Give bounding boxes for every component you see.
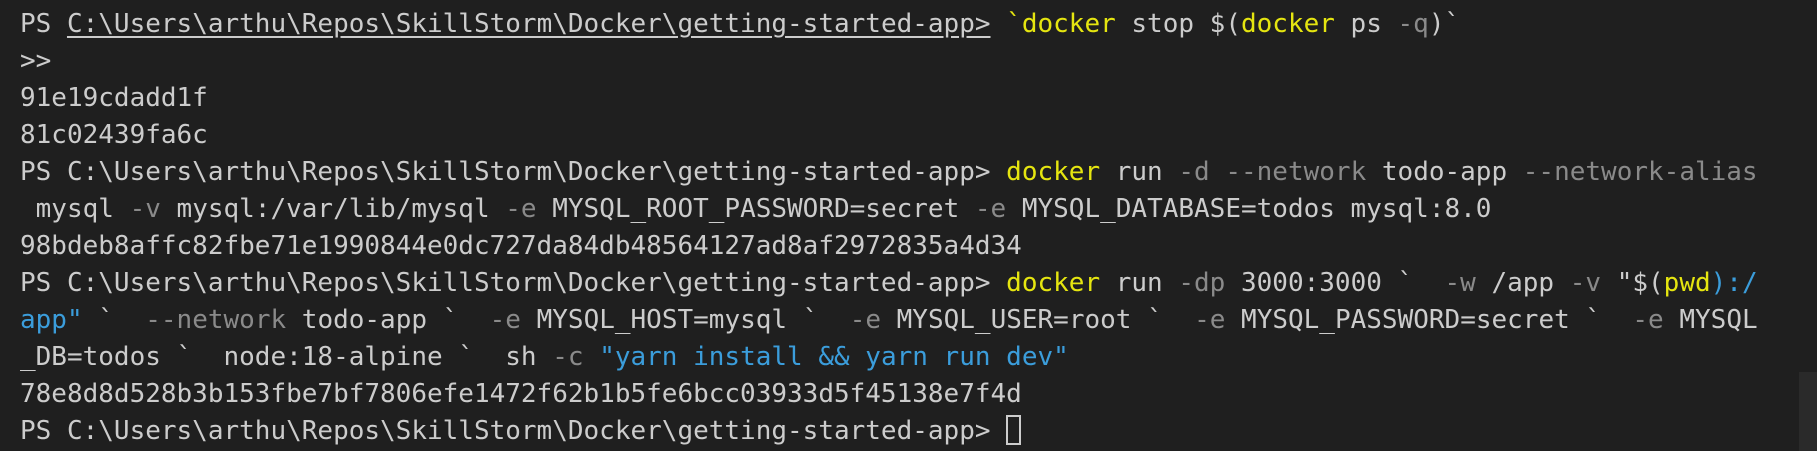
parameter-token: --network: [145, 305, 287, 335]
parameter-token: -d: [1178, 157, 1210, 187]
prompt-line: PS C:\Users\arthu\Repos\SkillStorm\Docke…: [20, 6, 1817, 43]
prompt-line: PS C:\Users\arthu\Repos\SkillStorm\Docke…: [20, 265, 1817, 302]
argument-token: stop $(: [1115, 9, 1241, 39]
argument-token: MYSQL_DATABASE=todos mysql:8.0: [1006, 194, 1492, 224]
argument-token: )`: [1428, 9, 1461, 39]
wrapped-command-line: mysql -v mysql:/var/lib/mysql -e MYSQL_R…: [20, 191, 1817, 228]
command-token: docker: [1021, 9, 1116, 39]
parameter-token: -v: [129, 194, 161, 224]
argument-token: "$(: [1601, 268, 1664, 298]
argument-token: _DB=todos ` node:18-alpine ` sh: [20, 342, 553, 372]
prompt-text: PS C:\Users\arthu\Repos\SkillStorm\Docke…: [20, 268, 1007, 298]
continuation-line: >>: [20, 43, 1817, 80]
container-id: 91e19cdadd1f: [20, 83, 208, 113]
scrollbar[interactable]: [1799, 372, 1817, 451]
argument-token: MYSQL: [1663, 305, 1758, 335]
string-token: ):/: [1710, 268, 1758, 298]
output-line: 78e8d8d528b3b153fbe7bf7806efe1472f62b1b5…: [20, 376, 1817, 413]
parameter-token: -c: [552, 342, 584, 372]
parameter-token: -e: [1194, 305, 1226, 335]
argument-token: [1210, 157, 1226, 187]
string-token: app": [20, 305, 83, 335]
argument-token: MYSQL_USER=root `: [881, 305, 1195, 335]
backtick: `: [990, 9, 1022, 39]
text-cursor[interactable]: [1006, 414, 1022, 445]
argument-token: run: [1100, 268, 1179, 298]
active-prompt-line[interactable]: PS C:\Users\arthu\Repos\SkillStorm\Docke…: [20, 413, 1817, 450]
command-token: pwd: [1663, 268, 1711, 298]
container-id: 81c02439fa6c: [20, 120, 208, 150]
parameter-token: -e: [1632, 305, 1664, 335]
parameter-token: -q: [1397, 9, 1429, 39]
prompt-path-link[interactable]: C:\Users\arthu\Repos\SkillStorm\Docker\g…: [67, 9, 991, 39]
argument-token: todo-app: [1366, 157, 1523, 187]
parameter-token: -e: [505, 194, 537, 224]
prompt-line: PS C:\Users\arthu\Repos\SkillStorm\Docke…: [20, 154, 1817, 191]
argument-token: mysql: [20, 194, 130, 224]
prompt-prefix: PS: [20, 9, 67, 39]
command-token: docker: [1240, 9, 1335, 39]
parameter-token: -e: [489, 305, 521, 335]
argument-token: `: [82, 305, 146, 335]
container-hash: 78e8d8d528b3b153fbe7bf7806efe1472f62b1b5…: [20, 379, 1022, 409]
argument-token: MYSQL_PASSWORD=secret `: [1225, 305, 1633, 335]
argument-token: /app: [1475, 268, 1570, 298]
output-line: 98bdeb8affc82fbe71e1990844e0dc727da84db4…: [20, 228, 1817, 265]
parameter-token: -dp: [1178, 268, 1226, 298]
parameter-token: -e: [974, 194, 1007, 224]
command-token: docker: [1006, 268, 1101, 298]
prompt-text: PS C:\Users\arthu\Repos\SkillStorm\Docke…: [20, 416, 1007, 446]
terminal-output[interactable]: PS C:\Users\arthu\Repos\SkillStorm\Docke…: [0, 0, 1817, 451]
output-line: 91e19cdadd1f: [20, 80, 1817, 117]
argument-token: MYSQL_ROOT_PASSWORD=secret: [536, 194, 975, 224]
parameter-token: --network-alias: [1522, 157, 1758, 187]
prompt-text: PS C:\Users\arthu\Repos\SkillStorm\Docke…: [20, 157, 1007, 187]
argument-token: 3000:3000 `: [1225, 268, 1445, 298]
argument-token: mysql:/var/lib/mysql: [160, 194, 506, 224]
command-token: docker: [1006, 157, 1101, 187]
wrapped-command-line: _DB=todos ` node:18-alpine ` sh -c "yarn…: [20, 339, 1817, 376]
parameter-token: -w: [1444, 268, 1476, 298]
wrapped-command-line: app" ` --network todo-app ` -e MYSQL_HOS…: [20, 302, 1817, 339]
argument-token: ps: [1334, 9, 1398, 39]
continuation-prompt: >>: [20, 46, 52, 76]
parameter-token: --network: [1225, 157, 1367, 187]
argument-token: run: [1100, 157, 1179, 187]
container-hash: 98bdeb8affc82fbe71e1990844e0dc727da84db4…: [20, 231, 1022, 261]
string-token: "yarn install && yarn run dev": [599, 342, 1069, 372]
argument-token: todo-app `: [286, 305, 490, 335]
argument-token: [584, 342, 600, 372]
argument-token: MYSQL_HOST=mysql `: [520, 305, 850, 335]
output-line: 81c02439fa6c: [20, 117, 1817, 154]
parameter-token: -e: [849, 305, 881, 335]
parameter-token: -v: [1569, 268, 1602, 298]
